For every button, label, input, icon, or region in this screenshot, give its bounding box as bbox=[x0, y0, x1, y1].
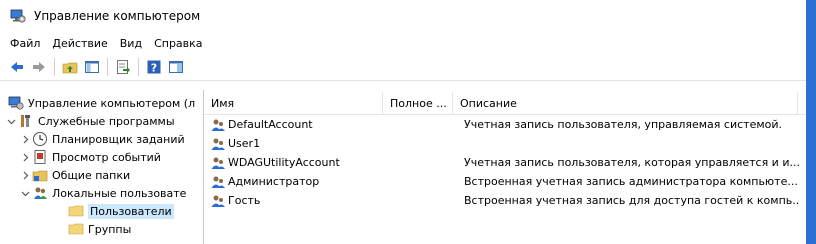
list-row-user[interactable]: DefaultAccount Учетная запись пользовате… bbox=[204, 115, 806, 134]
user-description: Встроенная учетная запись администратора… bbox=[464, 175, 798, 188]
shared-folder-icon bbox=[32, 167, 48, 183]
computer-management-icon bbox=[8, 95, 24, 111]
user-name: User1 bbox=[228, 137, 261, 150]
toolbar-separator bbox=[138, 58, 139, 76]
show-hide-tree-icon bbox=[85, 61, 99, 73]
computer-management-icon bbox=[10, 9, 26, 23]
show-hide-tree-button[interactable] bbox=[81, 56, 103, 78]
chevron-down-icon[interactable] bbox=[4, 117, 18, 126]
tree-item-users[interactable]: Пользователи bbox=[0, 202, 203, 220]
folder-icon bbox=[68, 221, 84, 237]
user-name: DefaultAccount bbox=[228, 118, 313, 131]
user-account-icon bbox=[211, 195, 225, 207]
user-account-icon bbox=[211, 176, 225, 188]
tree-item-task-scheduler[interactable]: Планировщик заданий bbox=[0, 130, 203, 148]
column-header-full-name[interactable]: Полное ... bbox=[383, 92, 453, 114]
back-button[interactable] bbox=[6, 56, 28, 78]
column-header-description[interactable]: Описание bbox=[453, 92, 798, 114]
user-account-icon bbox=[211, 138, 225, 150]
tree-item-shared-folders[interactable]: Общие папки bbox=[0, 166, 203, 184]
tree-item-system-tools[interactable]: Служебные программы bbox=[0, 112, 203, 130]
help-icon: ? bbox=[147, 60, 161, 75]
tree-item-local-users[interactable]: Локальные пользовате bbox=[0, 184, 203, 202]
main-area: Управление компьютером (л Служебные прог… bbox=[0, 90, 806, 244]
properties-icon bbox=[169, 61, 183, 73]
tools-icon bbox=[18, 113, 34, 129]
list-row-user[interactable]: WDAGUtilityAccount Учетная запись пользо… bbox=[204, 153, 806, 172]
back-icon bbox=[11, 62, 23, 72]
event-viewer-icon bbox=[32, 149, 48, 165]
properties-button[interactable] bbox=[165, 56, 187, 78]
menu-help[interactable]: Справка bbox=[148, 35, 208, 52]
tree-item-label: Группы bbox=[88, 222, 132, 236]
export-list-icon bbox=[117, 60, 130, 74]
svg-text:?: ? bbox=[151, 62, 157, 75]
tree-item-event-viewer[interactable]: Просмотр событий bbox=[0, 148, 203, 166]
tree-item-computer-management[interactable]: Управление компьютером (л bbox=[0, 94, 203, 112]
user-description: Учетная запись пользователя, управляемая… bbox=[464, 118, 783, 131]
tree-item-label: Планировщик заданий bbox=[52, 132, 185, 146]
tree-item-label: Локальные пользовате bbox=[52, 186, 187, 200]
chevron-down-icon[interactable] bbox=[18, 189, 32, 198]
users-group-icon bbox=[32, 185, 48, 201]
tree-item-label: Общие папки bbox=[52, 168, 131, 182]
toolbar-separator bbox=[54, 58, 55, 76]
list-header: Имя Полное ... Описание bbox=[204, 92, 806, 115]
list-row-user[interactable]: Администратор Встроенная учетная запись … bbox=[204, 172, 806, 191]
help-button[interactable]: ? bbox=[143, 56, 165, 78]
title-bar: Управление компьютером bbox=[0, 0, 806, 32]
user-description: Встроенная учетная запись для доступа го… bbox=[464, 194, 800, 207]
users-list-view: Имя Полное ... Описание DefaultAccount У… bbox=[204, 90, 806, 244]
chevron-right-icon[interactable] bbox=[18, 171, 32, 180]
tree-item-label: Управление компьютером (л bbox=[28, 96, 196, 110]
navigation-tree[interactable]: Управление компьютером (л Служебные прог… bbox=[0, 90, 204, 244]
user-name: Администратор bbox=[228, 175, 320, 188]
list-row-user[interactable]: User1 bbox=[204, 134, 806, 153]
tree-item-label: Пользователи bbox=[88, 203, 174, 219]
chevron-right-icon[interactable] bbox=[18, 135, 32, 144]
export-list-button[interactable] bbox=[112, 56, 134, 78]
tree-item-label: Служебные программы bbox=[38, 114, 175, 128]
up-folder-button[interactable] bbox=[59, 56, 81, 78]
user-account-icon bbox=[211, 119, 225, 131]
toolbar: ? bbox=[0, 54, 806, 81]
up-folder-icon bbox=[62, 62, 78, 74]
menu-bar: Файл Действие Вид Справка bbox=[0, 32, 806, 54]
menu-file[interactable]: Файл bbox=[4, 35, 46, 52]
clock-icon bbox=[32, 131, 48, 147]
window-title: Управление компьютером bbox=[34, 9, 201, 23]
menu-view[interactable]: Вид bbox=[114, 35, 148, 52]
user-account-icon bbox=[211, 157, 225, 169]
menu-action[interactable]: Действие bbox=[46, 35, 113, 52]
folder-icon bbox=[68, 203, 84, 219]
chevron-right-icon[interactable] bbox=[18, 153, 32, 162]
column-header-name[interactable]: Имя bbox=[204, 92, 383, 114]
toolbar-separator bbox=[107, 58, 108, 76]
tree-item-groups[interactable]: Группы bbox=[0, 220, 203, 238]
forward-button[interactable] bbox=[28, 56, 50, 78]
forward-icon bbox=[33, 62, 45, 72]
user-name: WDAGUtilityAccount bbox=[228, 156, 340, 169]
tree-item-label: Просмотр событий bbox=[52, 150, 161, 164]
user-description: Учетная запись пользователя, которая упр… bbox=[464, 156, 800, 169]
computer-management-window: Управление компьютером Файл Действие Вид… bbox=[0, 0, 806, 244]
list-row-user[interactable]: Гость Встроенная учетная запись для дост… bbox=[204, 191, 806, 210]
user-name: Гость bbox=[228, 194, 261, 207]
